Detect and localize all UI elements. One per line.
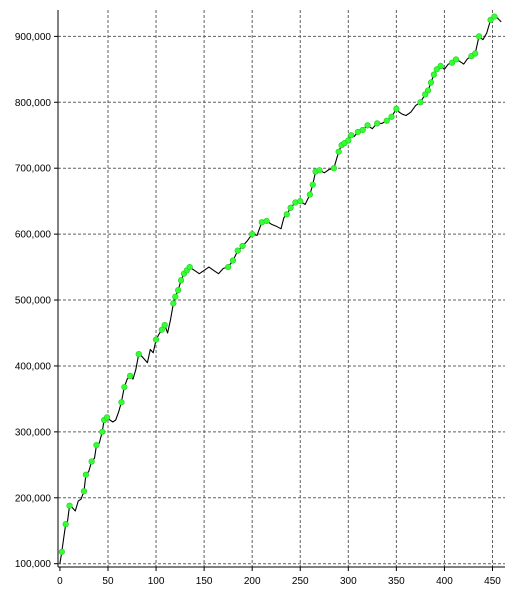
data-point xyxy=(309,181,316,188)
x-tick-label: 450 xyxy=(484,576,501,587)
data-point xyxy=(383,117,390,124)
data-point xyxy=(239,242,246,250)
data-point xyxy=(161,321,168,329)
x-tick-label: 300 xyxy=(340,576,357,587)
data-point xyxy=(126,372,134,379)
y-tick-label: 200,000 xyxy=(15,493,52,504)
y-tick-label: 700,000 xyxy=(15,164,52,175)
data-point xyxy=(82,471,89,478)
data-point xyxy=(335,148,342,155)
x-tick-label: 350 xyxy=(388,576,405,587)
data-point xyxy=(330,165,337,172)
x-tick-label: 50 xyxy=(102,576,114,587)
data-point xyxy=(297,198,304,205)
chart: 0 50 100 150 200 250 300 350 400 450 100,000 200,00… xyxy=(0,0,515,600)
data-point xyxy=(177,277,185,284)
data-point xyxy=(424,87,432,94)
x-tick-label: 100 xyxy=(148,576,165,587)
data-point xyxy=(249,231,256,238)
data-point xyxy=(172,293,179,300)
data-point xyxy=(437,62,444,70)
data-point xyxy=(348,132,355,139)
data-point xyxy=(62,521,69,528)
data-point xyxy=(66,502,73,509)
data-point xyxy=(152,336,160,343)
y-tick-label: 100,000 xyxy=(15,559,52,570)
data-point xyxy=(287,204,294,211)
data-point xyxy=(263,217,270,225)
data-point xyxy=(417,99,424,106)
data-point xyxy=(359,126,366,134)
data-point xyxy=(472,50,479,57)
data-point xyxy=(170,300,177,307)
y-tick-label: 800,000 xyxy=(15,98,52,109)
data-point xyxy=(135,350,142,358)
data-point xyxy=(475,33,483,40)
y-tick-label: 600,000 xyxy=(15,230,52,241)
data-point xyxy=(186,263,193,271)
data-point xyxy=(118,399,125,406)
data-point xyxy=(430,71,437,78)
data-point xyxy=(234,247,241,254)
x-tick-label: 250 xyxy=(292,576,309,587)
data-point xyxy=(58,548,65,555)
y-tick-label: 400,000 xyxy=(15,361,52,372)
data-point xyxy=(175,287,182,294)
data-point xyxy=(283,211,290,218)
y-tick-label: 900,000 xyxy=(15,32,52,43)
chart-svg: 0 50 100 150 200 250 300 350 400 450 100,000 200,00… xyxy=(15,10,505,587)
data-point xyxy=(121,383,128,391)
y-tick-label: 500,000 xyxy=(15,296,52,307)
data-point xyxy=(452,56,460,63)
series-line xyxy=(59,16,502,564)
x-tick-label: 0 xyxy=(57,576,63,587)
data-point xyxy=(93,441,100,449)
data-point xyxy=(229,257,237,264)
x-tick-label: 200 xyxy=(244,576,261,587)
x-tick-label: 400 xyxy=(436,576,453,587)
data-point xyxy=(103,414,111,421)
data-point xyxy=(88,458,95,465)
x-tick-label: 150 xyxy=(196,576,213,587)
data-point xyxy=(316,167,323,174)
data-point xyxy=(388,113,395,120)
data-point xyxy=(364,122,371,129)
y-tick-label: 300,000 xyxy=(15,427,52,438)
data-point xyxy=(345,137,352,144)
data-point xyxy=(80,488,88,495)
data-point xyxy=(427,79,435,86)
data-point xyxy=(306,191,313,198)
data-point xyxy=(491,13,498,20)
data-point xyxy=(374,120,381,127)
data-point xyxy=(225,263,232,271)
data-point xyxy=(393,105,400,112)
data-point xyxy=(99,428,106,435)
